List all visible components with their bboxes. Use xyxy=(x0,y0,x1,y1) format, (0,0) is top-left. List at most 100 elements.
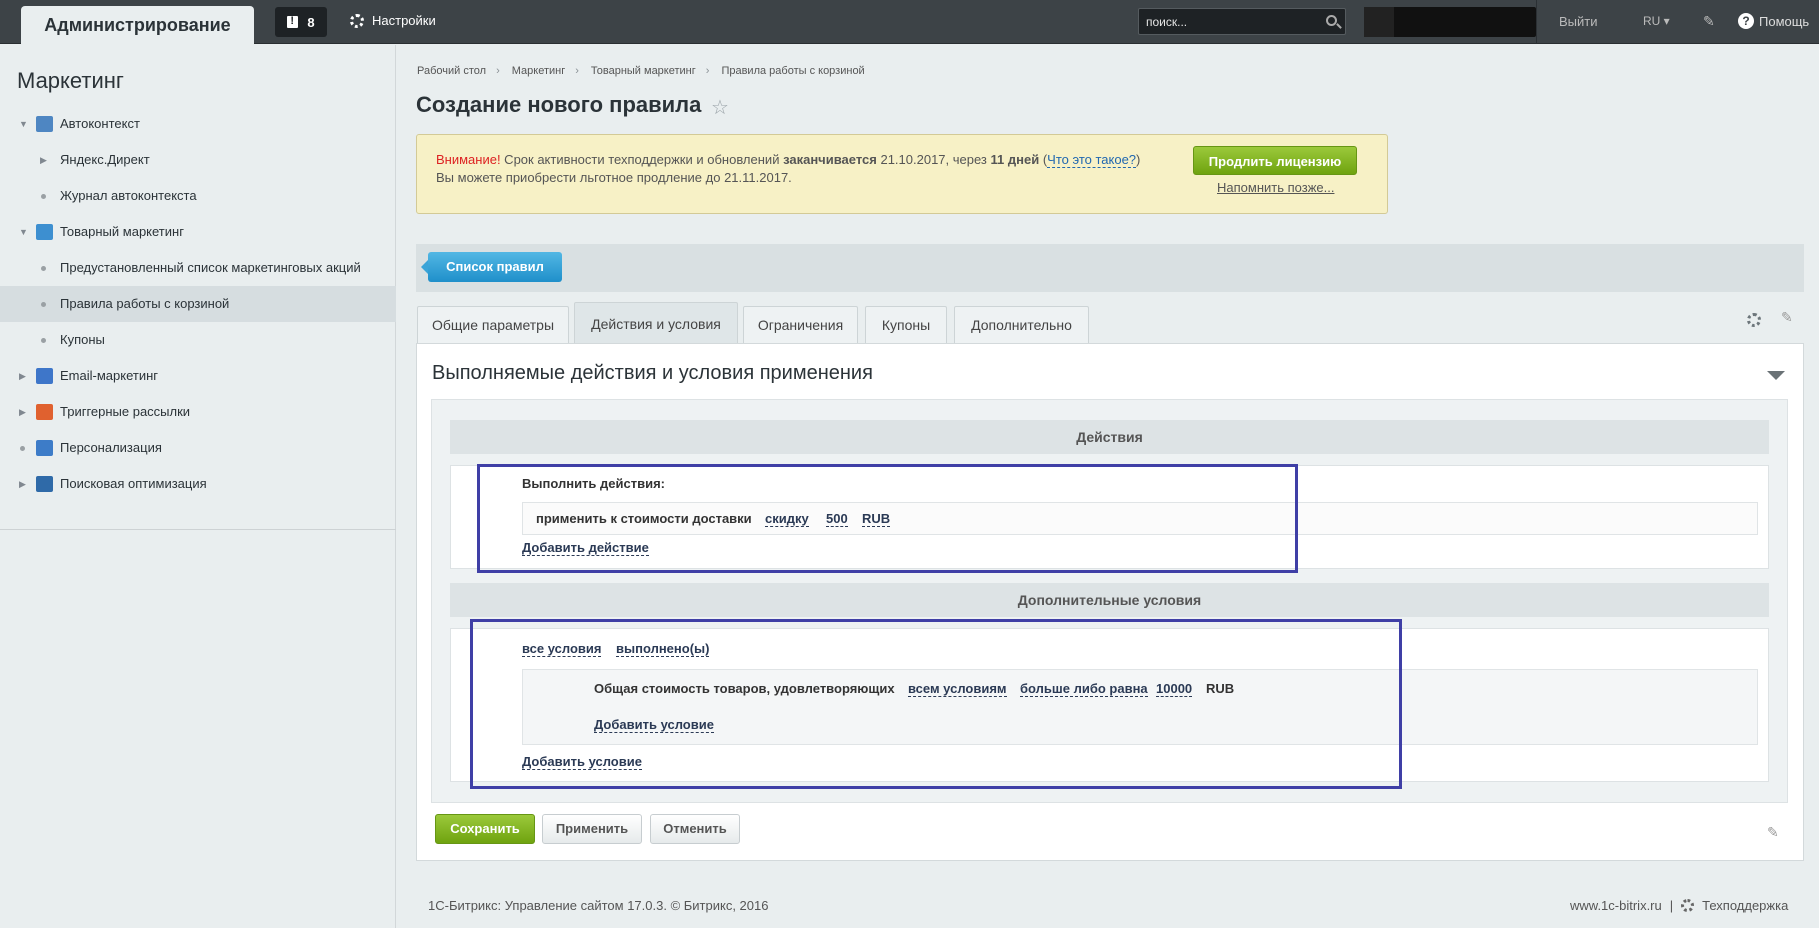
alert-text: 21.10.2017, через xyxy=(876,152,991,167)
section-icon xyxy=(36,440,53,456)
section-icon xyxy=(36,116,53,132)
help-icon: ? xyxy=(1738,13,1754,29)
sidebar-item[interactable]: Купоны xyxy=(0,322,396,358)
admin-tab[interactable]: Администрирование xyxy=(21,6,254,44)
renew-license-button[interactable]: Продлить лицензию xyxy=(1193,146,1357,175)
sidebar-item-label: Журнал автоконтекста xyxy=(60,188,197,203)
logout-link[interactable]: Выйти xyxy=(1559,14,1598,29)
tab-coupons[interactable]: Купоны xyxy=(865,306,947,343)
bullet-icon xyxy=(41,338,46,343)
conditions-header: Дополнительные условия xyxy=(450,583,1769,617)
bullet-icon xyxy=(41,266,46,271)
section-icon xyxy=(36,404,53,420)
gear-icon xyxy=(350,13,364,28)
sidebar-item-label: Товарный маркетинг xyxy=(60,224,184,239)
footer-copyright: 1С-Битрикс: Управление сайтом 17.0.3. © … xyxy=(428,898,769,913)
sidebar-item-label: Email-маркетинг xyxy=(60,368,159,383)
sidebar-item[interactable]: ▶ Триггерные рассылки xyxy=(0,394,396,430)
chevron-right-icon[interactable]: ▶ xyxy=(19,394,26,430)
chevron-right-icon[interactable]: ▶ xyxy=(19,358,26,394)
pin-icon[interactable]: ✎ xyxy=(1767,824,1779,841)
breadcrumb-item[interactable]: Товарный маркетинг xyxy=(591,65,696,77)
breadcrumb: Рабочий стол › Маркетинг › Товарный маркет… xyxy=(417,65,875,77)
chevron-right-icon: › xyxy=(575,65,579,77)
search-input[interactable] xyxy=(1139,9,1309,34)
tab-additional[interactable]: Дополнительно xyxy=(954,306,1089,343)
breadcrumb-item[interactable]: Рабочий стол xyxy=(417,65,486,77)
star-icon[interactable]: ☆ xyxy=(711,95,729,120)
highlight-box xyxy=(470,619,1402,789)
support-link[interactable]: Техподдержка xyxy=(1702,898,1788,913)
save-button[interactable]: Сохранить xyxy=(435,814,535,844)
chevron-right-icon: › xyxy=(705,65,710,77)
pin-icon[interactable]: ✎ xyxy=(1703,13,1715,30)
chevron-right-icon: › xyxy=(496,65,500,77)
user-profile[interactable] xyxy=(1364,7,1536,37)
section-icon xyxy=(36,368,53,384)
sidebar-item[interactable]: ▼ Товарный маркетинг xyxy=(0,214,396,250)
gear-icon xyxy=(1681,899,1695,912)
site-link[interactable]: www.1c-bitrix.ru xyxy=(1570,898,1662,913)
remind-later-link[interactable]: Напомнить позже... xyxy=(1217,180,1334,195)
sidebar-item[interactable]: Предустановленный список маркетинговых а… xyxy=(0,250,396,286)
sidebar-item-label: Предустановленный список маркетинговых а… xyxy=(60,260,361,275)
tab-actions-conditions[interactable]: Действия и условия xyxy=(574,302,738,343)
alert-line-2: Вы можете приобрести льготное продление … xyxy=(436,170,792,185)
chevron-right-icon[interactable]: ▶ xyxy=(40,142,47,178)
notifications-button[interactable]: 8 xyxy=(275,7,327,37)
tab-general[interactable]: Общие параметры xyxy=(417,306,569,343)
alert-text: 11 дней xyxy=(990,152,1040,167)
search-icon[interactable] xyxy=(1326,15,1337,26)
gear-icon[interactable] xyxy=(1747,313,1761,327)
chevron-down-icon: ▾ xyxy=(1660,14,1670,28)
alert-warning: Внимание! xyxy=(436,152,501,167)
pin-icon[interactable]: ✎ xyxy=(1781,309,1793,326)
panel-title: Выполняемые действия и условия применени… xyxy=(432,362,873,384)
tab-restrictions[interactable]: Ограничения xyxy=(743,306,858,343)
bullet-icon xyxy=(20,446,25,451)
sidebar-item[interactable]: ▼ Автоконтекст xyxy=(0,106,396,142)
bullet-icon xyxy=(41,302,46,307)
settings-button[interactable]: Настройки xyxy=(350,13,436,28)
alert-line-1: Внимание! Срок активности техподдержки и… xyxy=(436,152,1141,168)
sidebar-item[interactable]: Журнал автоконтекста xyxy=(0,178,396,214)
sidebar: Маркетинг ▼ Автоконтекст ▶ Яндекс.Директ Жур… xyxy=(0,45,396,928)
sidebar-item[interactable]: ▶ Яндекс.Директ xyxy=(0,142,396,178)
sidebar-item[interactable]: Правила работы с корзиной xyxy=(0,286,396,322)
sidebar-item-label: Автоконтекст xyxy=(60,116,140,131)
sidebar-item[interactable]: ▶ Email-маркетинг xyxy=(0,358,396,394)
chevron-down-icon[interactable]: ▼ xyxy=(19,214,28,250)
language-select[interactable]: RU ▾ xyxy=(1643,14,1670,28)
collapse-icon[interactable] xyxy=(1767,371,1785,380)
what-is-this-link[interactable]: Что это такое? xyxy=(1047,152,1137,168)
toolbar: Список правил xyxy=(416,244,1804,292)
section-icon xyxy=(36,476,53,492)
breadcrumb-item[interactable]: Правила работы с корзиной xyxy=(721,65,864,77)
chevron-down-icon[interactable]: ▼ xyxy=(19,106,28,142)
divider xyxy=(1536,0,1537,44)
sidebar-item[interactable]: Персонализация xyxy=(0,430,396,466)
language-label: RU xyxy=(1643,14,1661,28)
highlight-box xyxy=(477,464,1298,573)
sidebar-item-label: Купоны xyxy=(60,332,105,347)
section-icon xyxy=(36,224,53,240)
license-alert: Внимание! Срок активности техподдержки и… xyxy=(416,134,1388,214)
alert-text: заканчивается xyxy=(783,152,877,167)
cancel-button[interactable]: Отменить xyxy=(650,814,740,844)
sidebar-item-label: Поисковая оптимизация xyxy=(60,476,207,491)
chevron-right-icon[interactable]: ▶ xyxy=(19,466,26,502)
apply-button[interactable]: Применить xyxy=(542,814,642,844)
top-bar: Администрирование 8 Настройки Выйти RU ▾… xyxy=(0,0,1819,44)
help-button[interactable]: ? Помощь xyxy=(1738,13,1809,29)
sidebar-item[interactable]: ▶ Поисковая оптимизация xyxy=(0,466,396,502)
sidebar-title: Маркетинг xyxy=(17,68,124,93)
avatar xyxy=(1364,7,1394,37)
alert-text: ( xyxy=(1039,152,1048,167)
breadcrumb-item[interactable]: Маркетинг xyxy=(512,65,565,77)
footer-divider: | xyxy=(1669,898,1674,913)
rules-list-button[interactable]: Список правил xyxy=(421,252,562,282)
notification-icon xyxy=(287,15,299,28)
alert-text: ) xyxy=(1136,152,1141,167)
help-label: Помощь xyxy=(1759,13,1810,29)
search-box xyxy=(1138,8,1346,35)
